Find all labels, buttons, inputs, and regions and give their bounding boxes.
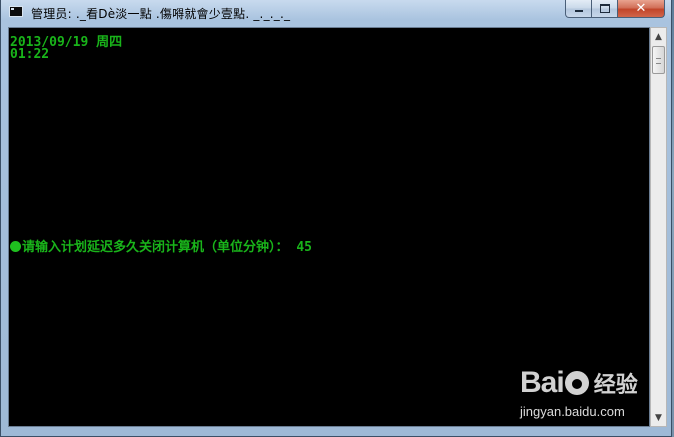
vertical-scrollbar[interactable]: ▲ ▼	[650, 27, 667, 427]
prompt-line: 请输入计划延迟多久关闭计算机（单位分钟）： 45	[10, 236, 312, 255]
input-value[interactable]: 45	[296, 240, 312, 255]
close-button[interactable]: ✕	[618, 0, 665, 18]
close-icon: ✕	[635, 1, 647, 16]
title-bar[interactable]: 管理员: ._看Dè淡一點 .傷嘚就會少壹點. _._._._ ✕	[1, 0, 671, 27]
minimize-icon	[574, 10, 583, 12]
minimize-button[interactable]	[565, 0, 592, 18]
caption-buttons: ✕	[565, 0, 665, 18]
console-output[interactable]: 2013/09/19 周四 01:22 请输入计划延迟多久关闭计算机（单位分钟）…	[8, 27, 650, 427]
bullet-icon	[10, 241, 21, 252]
console-app-icon[interactable]	[9, 6, 23, 17]
scroll-down-arrow-icon[interactable]: ▼	[651, 409, 666, 426]
window-title: 管理员: ._看Dè淡一點 .傷嘚就會少壹點. _._._._	[31, 7, 291, 21]
prompt-text: 请输入计划延迟多久关闭计算机（单位分钟）：	[22, 240, 289, 255]
console-window: 管理员: ._看Dè淡一點 .傷嘚就會少壹點. _._._._ ✕ 2013/0…	[0, 0, 672, 437]
maximize-button[interactable]	[592, 0, 618, 18]
maximize-icon	[599, 4, 610, 13]
scroll-thumb[interactable]	[652, 46, 665, 74]
scroll-up-arrow-icon[interactable]: ▲	[651, 28, 666, 45]
time-line: 01:22	[10, 47, 50, 62]
